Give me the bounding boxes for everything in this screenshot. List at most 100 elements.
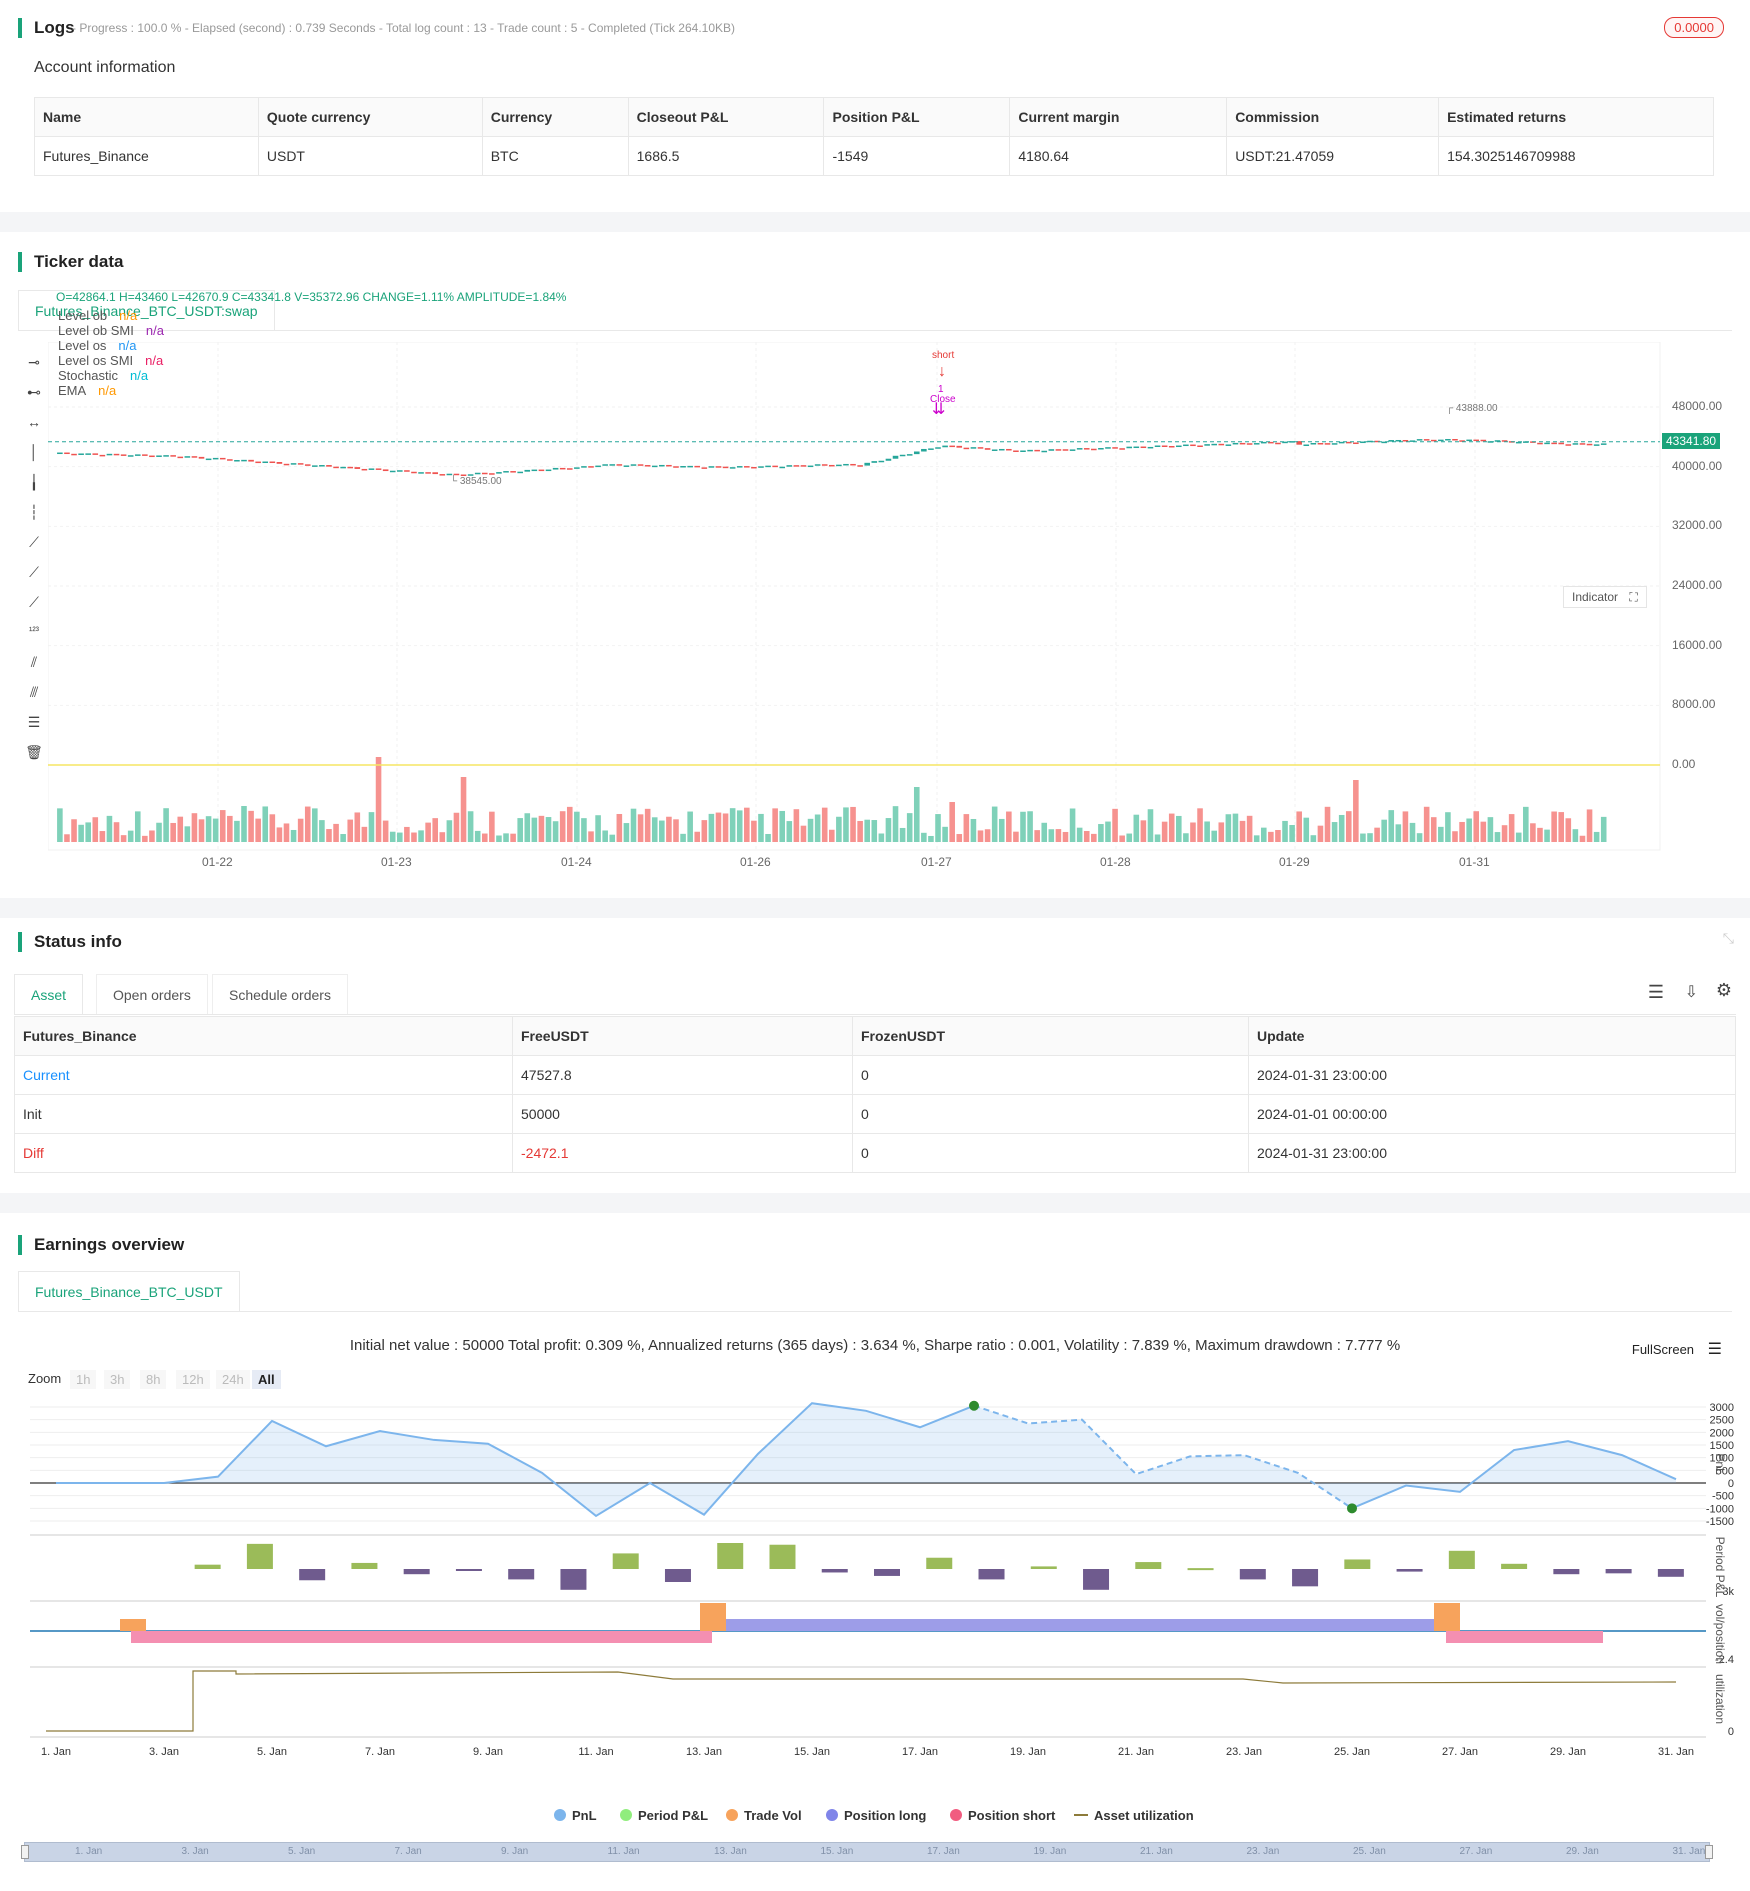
zoom-option-12h[interactable]: 12h — [176, 1370, 210, 1389]
trash-icon[interactable]: 🗑 — [24, 742, 44, 762]
volume-bar — [1572, 829, 1579, 842]
volume-bar — [666, 816, 672, 842]
volume-bar — [708, 813, 715, 842]
tab-earnings-symbol[interactable]: Futures_Binance_BTC_USDT — [18, 1271, 240, 1311]
volume-bar — [481, 833, 488, 842]
candle — [375, 468, 382, 470]
period-pnl-bar — [717, 1543, 744, 1569]
account-header: Closeout P&L — [627, 97, 825, 137]
cell-update: 2024-01-31 23:00:00 — [1248, 1055, 1736, 1095]
candle — [1161, 445, 1168, 447]
indicator-legend-item[interactable]: Level ob SMI n/a — [58, 323, 164, 338]
price-label-icon[interactable]: ¹²³ — [24, 622, 44, 642]
candle — [1055, 449, 1062, 451]
channel-icon[interactable]: ⫻ — [24, 682, 44, 702]
tab-open-orders[interactable]: Open orders — [96, 974, 208, 1014]
account-cell: Futures_Binance — [34, 136, 259, 176]
volume-bar — [1317, 825, 1324, 842]
indicator-legend-item[interactable]: EMA n/a — [58, 383, 116, 398]
navigator-handle-left[interactable] — [21, 1845, 29, 1859]
indicator-legend-item[interactable]: Level ob n/a — [58, 308, 137, 323]
tab-schedule-orders[interactable]: Schedule orders — [212, 974, 348, 1014]
vertical-segment-icon[interactable]: ┆ — [24, 502, 44, 522]
volume-bar — [609, 834, 616, 842]
zoom-option-24h[interactable]: 24h — [216, 1370, 250, 1389]
legend-item-position-short[interactable]: Position short — [950, 1808, 1055, 1823]
candlestick-chart[interactable]: short↓1Close⇊ ┌ 43888.00└ 38545.0001-22 01… — [48, 342, 1688, 872]
candle — [1027, 449, 1033, 452]
account-header: Quote currency — [257, 97, 483, 137]
legend-item-period-p-l[interactable]: Period P&L — [620, 1808, 708, 1823]
fibonacci-icon[interactable]: ☰ — [24, 712, 44, 732]
volume-bar — [1558, 812, 1565, 842]
volume-bar — [517, 818, 523, 842]
volume-bar — [1324, 806, 1331, 842]
legend-item-trade-vol[interactable]: Trade Vol — [726, 1808, 802, 1823]
expand-icon[interactable]: ⛶ — [1629, 590, 1637, 604]
list-view-icon[interactable]: ☰ — [1648, 982, 1664, 1003]
vertical-ray-icon[interactable]: ╽ — [24, 472, 44, 492]
download-icon[interactable]: ⇩ — [1685, 982, 1698, 1002]
fullscreen-button[interactable]: FullScreen ☰ — [1632, 1339, 1722, 1359]
candle — [687, 465, 693, 468]
price-axis-label: 8000.00 — [1672, 697, 1716, 712]
collapse-icon[interactable]: ⤡ — [1723, 930, 1734, 947]
candle — [1083, 448, 1090, 450]
vertical-line-icon[interactable]: │ — [24, 442, 44, 462]
candle — [666, 464, 672, 467]
zoom-option-All[interactable]: All — [252, 1370, 281, 1389]
menu-icon[interactable]: ☰ — [1708, 1341, 1722, 1358]
volume-bar — [1076, 827, 1083, 842]
volume-bar — [1579, 835, 1586, 842]
range-navigator[interactable]: 1. Jan 3. Jan 5. Jan 7. Jan 9. Jan 11. Jan 13.… — [21, 1842, 1713, 1862]
trend-line-icon[interactable]: ⟋ — [24, 532, 44, 552]
candle — [347, 466, 354, 469]
volume-bar — [446, 820, 453, 842]
earnings-chart[interactable]: 300025002000150010005000-500-1000-1500-3… — [18, 1399, 1738, 1859]
volume-bar — [963, 814, 970, 842]
navigator-handle-right[interactable] — [1705, 1845, 1713, 1859]
candle — [120, 454, 127, 456]
legend-item-asset-utilization[interactable]: Asset utilization — [1074, 1808, 1194, 1823]
legend-item-pnl[interactable]: PnL — [554, 1808, 597, 1823]
candle — [552, 467, 559, 470]
settings-icon[interactable]: ⚙ — [1716, 980, 1732, 1001]
navigator-tick-label: 5. Jan — [288, 1846, 316, 1857]
ray-line-icon[interactable]: ⟋ — [24, 562, 44, 582]
candle — [751, 466, 757, 469]
row-label-current[interactable]: Current — [14, 1055, 513, 1095]
volume-bar — [651, 817, 658, 842]
tab-asset[interactable]: Asset — [14, 974, 84, 1014]
volume-bar — [1345, 811, 1352, 842]
extended-line-icon[interactable]: ↔ — [24, 412, 44, 432]
indicator-button[interactable]: Indicator ⛶ — [1563, 586, 1647, 608]
period-pnl-bar — [246, 1543, 273, 1569]
account-cell: 4180.64 — [1009, 136, 1228, 176]
horizontal-ray-icon[interactable]: ⊷ — [24, 382, 44, 402]
period-pnl-bar — [769, 1544, 796, 1569]
zoom-option-1h[interactable]: 1h — [70, 1370, 97, 1389]
candle — [64, 452, 70, 455]
candle — [694, 465, 701, 468]
segment-line-icon[interactable]: ⟋ — [24, 592, 44, 612]
parallel-lines-icon[interactable]: ⫽ — [24, 652, 44, 672]
indicator-legend-item[interactable]: Level os n/a — [58, 338, 137, 353]
volume-bar — [1098, 824, 1104, 842]
volume-bar — [1416, 833, 1423, 842]
horizontal-line-icon[interactable]: ⊸ — [24, 352, 44, 372]
legend-label: PnL — [572, 1808, 597, 1823]
volume-bar — [1537, 827, 1543, 842]
volume-bar — [559, 811, 566, 842]
candle — [1183, 444, 1189, 447]
volume-bar — [340, 834, 346, 842]
zoom-option-3h[interactable]: 3h — [104, 1370, 131, 1389]
volume-bar — [1600, 816, 1607, 842]
zoom-option-8h[interactable]: 8h — [140, 1370, 167, 1389]
volume-bar — [1423, 806, 1430, 842]
volume-bar — [191, 813, 198, 842]
indicator-legend-item[interactable]: Stochastic n/a — [58, 368, 148, 383]
volume-bar — [1303, 817, 1310, 842]
legend-item-position-long[interactable]: Position long — [826, 1808, 926, 1823]
navigator-tick-label: 3. Jan — [181, 1846, 209, 1857]
indicator-legend-item[interactable]: Level os SMI n/a — [58, 353, 163, 368]
